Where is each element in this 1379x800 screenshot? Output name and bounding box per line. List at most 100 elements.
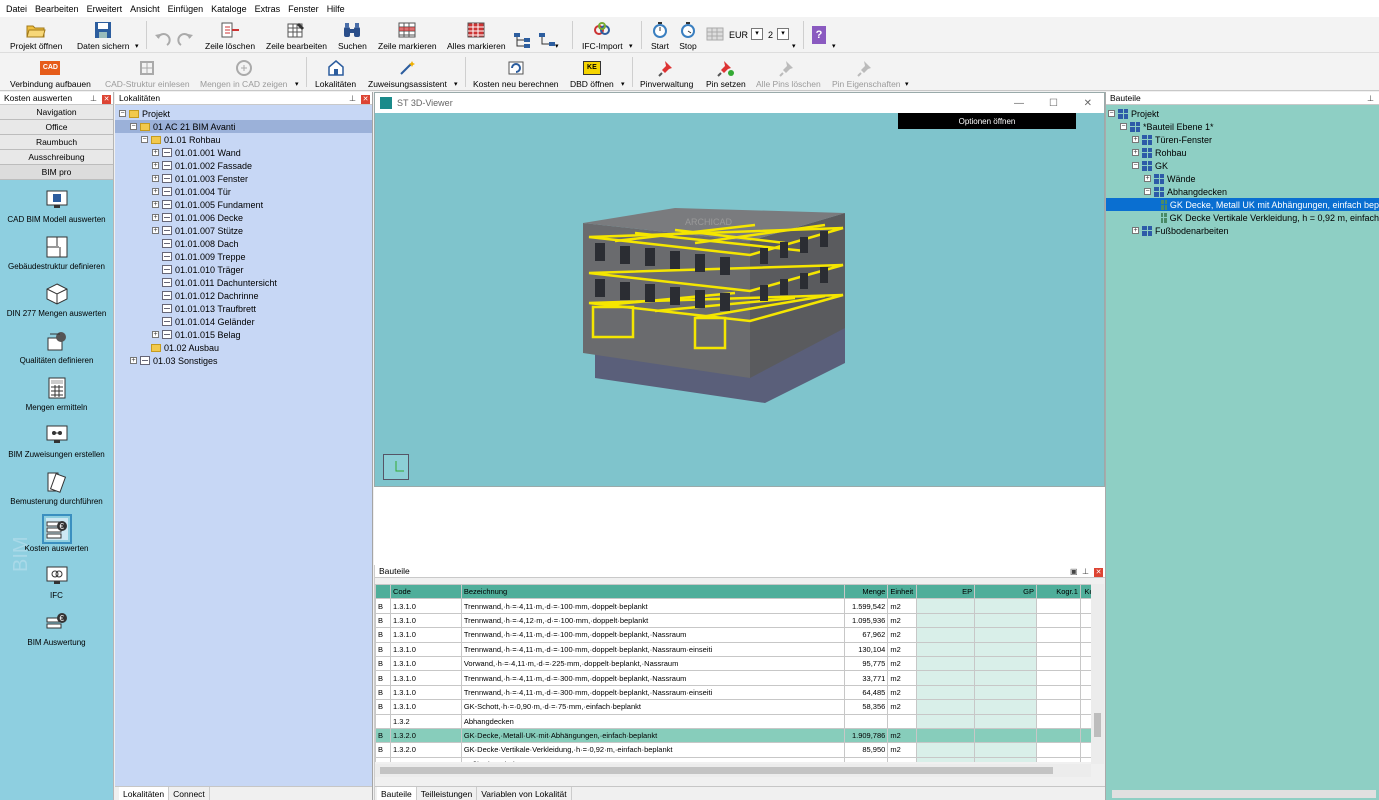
expand-icon[interactable]: +: [152, 214, 159, 221]
lokal-tree-node[interactable]: 01.01.012 Dachrinne: [115, 289, 372, 302]
window-icon[interactable]: ▣: [1070, 567, 1079, 576]
kosten-neu-berechnen-button[interactable]: Kosten neu berechnen: [473, 55, 559, 89]
menu-item-5[interactable]: Kataloge: [211, 4, 247, 14]
help-icon[interactable]: ?: [812, 26, 826, 44]
nav-item-6[interactable]: Bemusterung durchführen: [0, 466, 113, 513]
nav-tab-2[interactable]: Raumbuch: [0, 135, 113, 150]
expand-icon[interactable]: +: [1132, 136, 1139, 143]
bauteil-tree-node[interactable]: − GK: [1106, 159, 1379, 172]
lokal-tree-node[interactable]: +01.01.003 Fenster: [115, 172, 372, 185]
bauteil-tree-node[interactable]: GK Decke, Metall UK mit Abhängungen, ein…: [1106, 198, 1379, 211]
right-hscrollbar[interactable]: [1112, 790, 1376, 798]
lokal-tree-node[interactable]: +01.01.004 Tür: [115, 185, 372, 198]
menu-item-4[interactable]: Einfügen: [168, 4, 204, 14]
close-icon[interactable]: ✕: [361, 94, 370, 104]
nav-item-2[interactable]: DIN 277 Mengen auswerten: [0, 278, 113, 325]
expand-icon[interactable]: +: [152, 201, 159, 208]
table-row[interactable]: B 1.3.1.0 Vorwand,·h·=·4,11·m,·d·=·225·mm,…: [375, 655, 1091, 672]
dropdown-arrow-icon[interactable]: ▾: [135, 42, 139, 50]
collapse-icon[interactable]: −: [119, 110, 126, 117]
lokal-tree-node[interactable]: +01.01.002 Fassade: [115, 159, 372, 172]
dropdown-arrow-icon[interactable]: ▾: [295, 80, 299, 88]
zeile-loeschen-button[interactable]: Zeile löschen: [205, 17, 255, 51]
zuweisungsassistent-button[interactable]: Zuweisungsassistent: [368, 55, 447, 89]
col-header-4[interactable]: EP: [916, 584, 976, 600]
start-button[interactable]: Start: [650, 17, 670, 51]
table-tab-1[interactable]: Teilleistungen: [417, 787, 478, 800]
lokal-tree-node[interactable]: − 01 AC 21 BIM Avanti: [115, 120, 372, 133]
minimize-button[interactable]: —: [1014, 98, 1024, 109]
expand-icon[interactable]: +: [152, 331, 159, 338]
decimals-dropdown[interactable]: ▾: [777, 28, 789, 40]
table-row[interactable]: B 1.3.1.0 Trennwand,·h·=·4,11·m,·d·=·100·m…: [375, 641, 1091, 657]
lokal-tree-node[interactable]: +01.01.006 Decke: [115, 211, 372, 224]
mengen-in-cad-button[interactable]: Mengen in CAD zeigen: [200, 55, 287, 89]
building-3d-model[interactable]: ARCHICAD: [575, 203, 855, 403]
bauteil-tree-node[interactable]: + Wände: [1106, 172, 1379, 185]
menu-item-6[interactable]: Extras: [255, 4, 281, 14]
lokal-tree-node[interactable]: 01.01.008 Dach: [115, 237, 372, 250]
lokal-tree-node[interactable]: +01.03 Sonstiges: [115, 354, 372, 367]
expand-icon[interactable]: +: [152, 188, 159, 195]
collapse-icon[interactable]: −: [1144, 188, 1151, 195]
dropdown-arrow-icon[interactable]: ▾: [792, 42, 796, 50]
nav-item-4[interactable]: Mengen ermitteln: [0, 372, 113, 419]
lokal-tree-node[interactable]: 01.01.011 Dachuntersicht: [115, 276, 372, 289]
structure-expand-button[interactable]: [513, 17, 533, 51]
dropdown-arrow-icon[interactable]: ▾: [454, 80, 458, 88]
undo-button[interactable]: [152, 17, 172, 51]
nav-item-5[interactable]: BIM Zuweisungen erstellen: [0, 419, 113, 466]
collapse-icon[interactable]: −: [141, 136, 148, 143]
projekt-oeffnen-button[interactable]: Projekt öffnen: [10, 17, 62, 51]
bauteil-tree-node[interactable]: − *Bauteil Ebene 1*: [1106, 120, 1379, 133]
table-row[interactable]: B 1.3.1.0 GK-Schott,·h·=·0,90·m,·d·=·75·mm…: [375, 699, 1091, 715]
table-row[interactable]: B 1.3.1.0 Trennwand,·h·=·4,11·m,·d·=·100·m…: [375, 627, 1091, 643]
zeile-bearbeiten-button[interactable]: Zeile bearbeiten: [266, 17, 327, 51]
nav-item-9[interactable]: € BIM Auswertung: [0, 607, 113, 654]
lokal-tree-node[interactable]: 01.01.014 Geländer: [115, 315, 372, 328]
horizontal-scrollbar[interactable]: [375, 764, 1091, 777]
lokal-tab-1[interactable]: Connect: [169, 787, 210, 800]
dbd-oeffnen-button[interactable]: KE DBD öffnen: [570, 55, 614, 89]
col-header-0[interactable]: Code: [389, 584, 462, 600]
maximize-button[interactable]: ☐: [1049, 98, 1058, 109]
lokal-tree-node[interactable]: 01.01.013 Traufbrett: [115, 302, 372, 315]
expand-icon[interactable]: +: [152, 162, 159, 169]
lokal-tree-node[interactable]: 01.02 Ausbau: [115, 341, 372, 354]
lokal-tree-node[interactable]: − Projekt: [115, 107, 372, 120]
alle-pins-loeschen-button[interactable]: Alle Pins löschen: [756, 55, 821, 89]
cad-struktur-button[interactable]: CAD-Struktur einlesen: [105, 55, 190, 89]
bauteil-tree-node[interactable]: + Türen-Fenster: [1106, 133, 1379, 146]
table-scroll-area[interactable]: CodeBezeichnungMengeEinheitEPGPKogr.1Kog…: [375, 584, 1091, 762]
alles-markieren-button[interactable]: Alles markieren: [447, 17, 506, 51]
col-header-1[interactable]: Bezeichnung: [460, 584, 846, 600]
pin-icon[interactable]: ⊥: [349, 94, 358, 103]
suchen-button[interactable]: Suchen: [338, 17, 367, 51]
dropdown-arrow-icon[interactable]: ▾: [905, 80, 909, 88]
lokal-tree-node[interactable]: +01.01.015 Belag: [115, 328, 372, 341]
nav-item-0[interactable]: CAD BIM Modell auswerten: [0, 184, 113, 231]
table-tab-0[interactable]: Bauteile: [377, 787, 417, 800]
bauteil-tree-node[interactable]: GK Decke Vertikale Verkleidung, h = 0,92…: [1106, 211, 1379, 224]
table-row[interactable]: B 1.3.1.0 Trennwand,·h·=·4,11·m,·d·=·300·m…: [375, 670, 1091, 686]
pin-eigenschaften-button[interactable]: Pin Eigenschaften: [832, 55, 901, 89]
collapse-icon[interactable]: −: [1132, 162, 1139, 169]
expand-icon[interactable]: +: [152, 149, 159, 156]
pin-icon[interactable]: ⊥: [1367, 94, 1376, 103]
currency-dropdown[interactable]: ▾: [751, 28, 763, 40]
table-tab-2[interactable]: Variablen von Lokalität: [477, 787, 572, 800]
stop-button[interactable]: Stop: [678, 17, 698, 51]
bauteil-tree-node[interactable]: − Abhangdecken: [1106, 185, 1379, 198]
col-header-5[interactable]: GP: [974, 584, 1037, 600]
lokal-tab-0[interactable]: Lokalitäten: [119, 787, 170, 800]
col-header-2[interactable]: Menge: [844, 584, 889, 600]
expand-icon[interactable]: +: [1132, 149, 1139, 156]
bauteil-tree-node[interactable]: + Fußbodenarbeiten: [1106, 224, 1379, 237]
col-header-3[interactable]: Einheit: [887, 584, 918, 600]
col-header-7[interactable]: Kogr.: [1079, 584, 1091, 600]
menu-item-1[interactable]: Bearbeiten: [35, 4, 79, 14]
close-icon[interactable]: ✕: [1094, 567, 1103, 577]
table-row[interactable]: B 1.3.1.0 Trennwand,·h·=·4,12·m,·d·=·100·m…: [375, 612, 1091, 629]
table-row[interactable]: 1.3.2 Abhangdecken: [375, 713, 1091, 729]
table-row[interactable]: B 1.3.2.0 GK·Decke,·Metall·UK·mit·Abhängun…: [375, 727, 1091, 744]
